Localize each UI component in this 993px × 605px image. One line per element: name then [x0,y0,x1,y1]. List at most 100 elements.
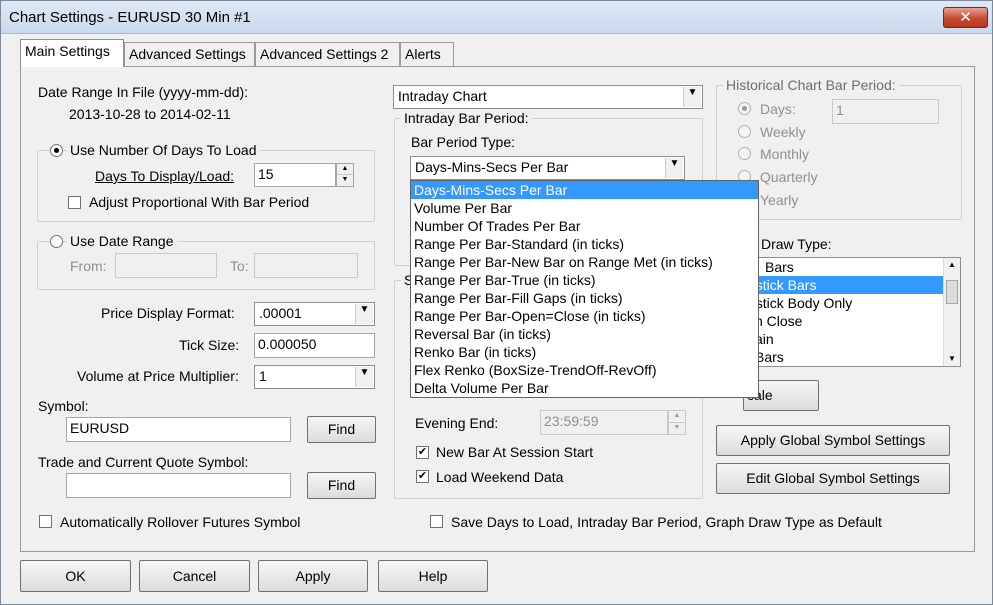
bar-type-value: Days-Mins-Secs Per Bar [415,159,569,175]
ok-button[interactable]: OK [20,560,131,592]
bar-type-label: Bar Period Type: [411,134,516,150]
from-date-input[interactable] [115,253,217,278]
dropdown-item[interactable]: Range Per Bar-New Bar on Range Met (in t… [411,253,758,271]
symbol-input[interactable]: EURUSD [66,417,291,442]
evening-end-label: Evening End: [415,415,499,431]
edit-global-settings-button[interactable]: Edit Global Symbol Settings [716,463,950,494]
use-date-range-label: Use Date Range [67,233,177,249]
list-item[interactable]: Bars [744,348,960,366]
weekly-label: Weekly [760,124,806,140]
cancel-button[interactable]: Cancel [139,560,250,592]
monthly-label: Monthly [760,146,810,162]
to-date-input[interactable] [254,253,358,278]
spin-down-icon[interactable]: ▼ [337,175,353,186]
dropdown-item[interactable]: Number Of Trades Per Bar [411,217,758,235]
use-days-radio[interactable] [50,144,63,157]
tick-size-input[interactable]: 0.000050 [254,333,375,358]
historical-days-label: Days: [760,101,796,117]
monthly-radio[interactable] [738,147,751,160]
use-days-label: Use Number Of Days To Load [67,142,260,158]
list-item[interactable]: ain [744,330,960,348]
trade-symbol-label: Trade and Current Quote Symbol: [38,454,249,470]
spin-up-icon[interactable]: ▲ [337,164,353,175]
historical-days-radio[interactable] [738,102,751,115]
adjust-proportional-checkbox[interactable] [68,196,81,209]
bar-type-select[interactable]: Days-Mins-Secs Per Bar ▼ [410,156,685,180]
symbol-label: Symbol: [38,398,89,414]
price-format-label: Price Display Format: [101,305,235,321]
use-date-range-radio[interactable] [50,235,63,248]
evening-end-input[interactable]: 23:59:59 [540,410,668,435]
list-item[interactable]: estick Bars [744,276,960,294]
dropdown-item[interactable]: Days-Mins-Secs Per Bar [411,181,758,199]
date-range-value: 2013-10-28 to 2014-02-11 [66,104,371,128]
chevron-down-icon[interactable]: ▼ [355,367,373,387]
chart-settings-window: Chart Settings - EURUSD 30 Min #1 ✕ Main… [0,0,993,605]
dropdown-item[interactable]: Range Per Bar-True (in ticks) [411,271,758,289]
bar-type-dropdown[interactable]: Days-Mins-Secs Per Bar Volume Per Bar Nu… [410,180,759,398]
chevron-down-icon[interactable]: ▼ [665,158,683,178]
title-bar[interactable]: Chart Settings - EURUSD 30 Min #1 ✕ [1,1,992,34]
draw-type-list[interactable]: Bars estick Bars estick Body Only n Clos… [743,257,961,367]
tab-advanced-settings[interactable]: Advanced Settings [124,42,255,66]
from-label: From: [70,258,107,274]
trade-symbol-input[interactable] [66,473,291,498]
new-bar-session-label: New Bar At Session Start [436,444,594,460]
trade-symbol-find-button[interactable]: Find [307,472,376,499]
chevron-down-icon[interactable]: ▼ [683,87,701,107]
volume-multiplier-value: 1 [259,368,267,384]
dropdown-item[interactable]: Range Per Bar-Fill Gaps (in ticks) [411,289,758,307]
apply-button[interactable]: Apply [258,560,368,592]
historical-days-input[interactable]: 1 [832,99,939,124]
tab-advanced-settings-2[interactable]: Advanced Settings 2 [255,42,400,66]
auto-rollover-checkbox[interactable] [39,515,52,528]
days-spinner[interactable]: ▲ ▼ [336,163,354,187]
price-format-select[interactable]: .00001 ▼ [254,302,375,326]
historical-group-title: Historical Chart Bar Period: [723,77,899,93]
days-to-load-label: Days To Display/Load: [95,168,235,184]
scroll-down-icon[interactable]: ▼ [944,352,960,366]
adjust-proportional-label: Adjust Proportional With Bar Period [89,194,310,210]
volume-multiplier-select[interactable]: 1 ▼ [254,365,375,389]
intraday-group-title: Intraday Bar Period: [401,110,532,126]
close-button[interactable]: ✕ [943,7,988,28]
quarterly-label: Quarterly [760,169,818,185]
chart-type-select[interactable]: Intraday Chart ▼ [393,85,703,109]
tab-main-settings[interactable]: Main Settings [20,39,124,67]
weekly-radio[interactable] [738,125,751,138]
save-default-checkbox[interactable] [430,515,443,528]
new-bar-session-checkbox[interactable]: ✔ [416,446,429,459]
price-format-value: .00001 [259,305,302,321]
chevron-down-icon[interactable]: ▼ [355,304,373,324]
list-item[interactable]: n Close [744,312,960,330]
help-button[interactable]: Help [378,560,488,592]
list-item[interactable]: Bars [744,258,960,276]
chart-type-value: Intraday Chart [398,88,487,104]
auto-rollover-label: Automatically Rollover Futures Symbol [60,514,301,530]
scroll-up-icon[interactable]: ▲ [944,258,960,272]
list-item[interactable]: estick Body Only [744,294,960,312]
dropdown-item[interactable]: Range Per Bar-Standard (in ticks) [411,235,758,253]
evening-end-spinner[interactable]: ▲ ▼ [668,410,686,435]
days-to-load-input[interactable]: 15 [254,163,336,187]
load-weekend-checkbox[interactable]: ✔ [416,470,429,483]
tick-size-label: Tick Size: [179,337,240,353]
dropdown-item[interactable]: Flex Renko (BoxSize-TrendOff-RevOff) [411,361,758,379]
tab-alerts[interactable]: Alerts [400,42,454,66]
dropdown-item[interactable]: Renko Bar (in ticks) [411,343,758,361]
dropdown-item[interactable]: Volume Per Bar [411,199,758,217]
to-label: To: [230,258,249,274]
save-default-label: Save Days to Load, Intraday Bar Period, … [451,514,882,530]
spin-down-icon[interactable]: ▼ [669,423,685,435]
draw-type-label: Draw Type: [761,236,832,252]
dropdown-item[interactable]: Delta Volume Per Bar [411,379,758,397]
load-weekend-label: Load Weekend Data [436,469,564,485]
scroll-thumb[interactable] [946,280,958,304]
spin-up-icon[interactable]: ▲ [669,411,685,423]
dropdown-item[interactable]: Reversal Bar (in ticks) [411,325,758,343]
window-title: Chart Settings - EURUSD 30 Min #1 [9,9,251,26]
draw-type-scrollbar[interactable]: ▲ ▼ [943,258,960,366]
dropdown-item[interactable]: Range Per Bar-Open=Close (in ticks) [411,307,758,325]
symbol-find-button[interactable]: Find [307,416,376,443]
apply-global-settings-button[interactable]: Apply Global Symbol Settings [716,425,950,456]
